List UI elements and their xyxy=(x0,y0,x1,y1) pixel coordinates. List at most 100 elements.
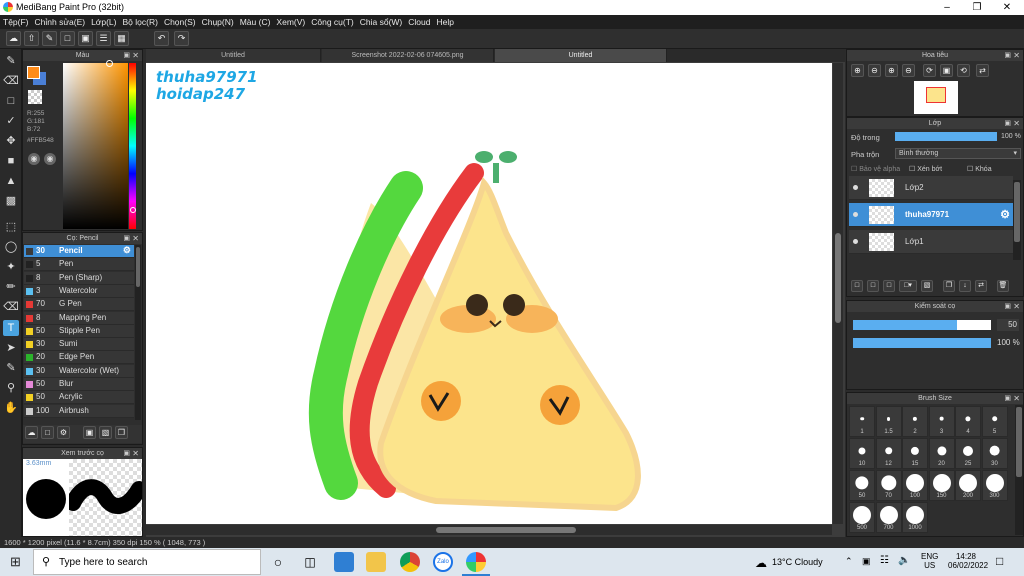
brush-item[interactable]: 8 Mapping Pen xyxy=(24,311,134,325)
upload-icon[interactable]: ⇧ xyxy=(24,31,39,46)
close-icon[interactable]: ✕ xyxy=(132,233,139,244)
brush-item[interactable]: 50 Acrylic xyxy=(24,391,134,405)
horizontal-scroll-thumb[interactable] xyxy=(436,527,576,533)
navigator-thumbnail[interactable] xyxy=(914,81,958,114)
saturation-value-picker[interactable] xyxy=(63,63,128,229)
brush-item[interactable]: 30 Sumi xyxy=(24,338,134,352)
menu-cloud[interactable]: Cloud xyxy=(405,15,433,29)
brush-item[interactable]: 20 Edge Pen xyxy=(24,351,134,365)
transparent-swatch[interactable] xyxy=(28,90,42,104)
eraser-tool-icon[interactable]: ⌫ xyxy=(3,73,19,89)
menu-edit[interactable]: Chỉnh sửa(E) xyxy=(32,15,89,29)
new-8bit-layer-icon[interactable]: □ xyxy=(883,280,895,292)
page-icon[interactable]: □ xyxy=(60,31,75,46)
tab-untitled-1[interactable]: Untitled xyxy=(146,49,321,62)
wifi-icon[interactable]: ☷ xyxy=(880,555,889,566)
notification-icon[interactable]: □ xyxy=(996,554,1003,568)
chrome-icon[interactable] xyxy=(400,552,420,572)
move-tool-icon[interactable]: ✥ xyxy=(3,133,19,149)
brush-item[interactable]: 70 G Pen xyxy=(24,298,134,312)
layer-opacity-bar[interactable] xyxy=(895,132,997,141)
lock-option[interactable]: ☐ Khóa xyxy=(967,165,992,173)
brush-item[interactable]: 3 Watercolor xyxy=(24,284,134,298)
close-icon[interactable]: ✕ xyxy=(132,50,139,61)
brush-size-option[interactable]: 100 xyxy=(902,470,928,501)
zoom-out-icon[interactable]: ⊖ xyxy=(868,64,881,77)
copy-brush-icon[interactable]: ▣ xyxy=(83,426,96,439)
hue-slider[interactable] xyxy=(129,63,136,229)
visibility-icon[interactable] xyxy=(853,185,858,190)
select-pen-icon[interactable]: ✏ xyxy=(3,279,19,295)
brush-size-slider[interactable] xyxy=(853,320,991,330)
brush-size-option[interactable]: 50 xyxy=(849,470,875,501)
brush-item[interactable]: 8 Pen (Sharp) xyxy=(24,271,134,285)
cortana-icon[interactable]: ○ xyxy=(268,552,288,572)
brush-size-option[interactable]: 500 xyxy=(849,502,875,533)
text-tool-icon[interactable]: T xyxy=(3,320,19,336)
magic-wand-icon[interactable]: ✦ xyxy=(3,259,19,275)
brush-list-scrollbar[interactable] xyxy=(135,245,141,420)
brush-size-option[interactable]: 25 xyxy=(955,438,981,469)
minimize-button[interactable]: – xyxy=(932,0,962,15)
close-icon[interactable]: ✕ xyxy=(1013,393,1020,404)
visibility-icon[interactable] xyxy=(853,212,858,217)
task-view-icon[interactable]: ◫ xyxy=(300,552,320,572)
palette-icon[interactable]: ◉ xyxy=(28,153,40,165)
folder-icon[interactable]: ▧ xyxy=(99,426,112,439)
weather-text[interactable]: 13°C Cloudy xyxy=(772,557,823,567)
brush-size-option[interactable]: 20 xyxy=(928,438,955,469)
menu-select[interactable]: Chọn(S) xyxy=(161,15,199,29)
rotate-left-icon[interactable]: ⟳ xyxy=(923,64,936,77)
visibility-icon[interactable] xyxy=(853,239,858,244)
protect-alpha-option[interactable]: ☐ Bảo vệ alpha xyxy=(851,165,900,173)
taskbar-search-box[interactable]: ⚲ Type here to search xyxy=(33,549,261,575)
dock-icon[interactable]: ▣ xyxy=(1004,50,1011,61)
chevron-up-icon[interactable]: ⌃ xyxy=(845,556,853,567)
brush-item[interactable]: 5 Pen xyxy=(24,258,134,272)
brush-size-option[interactable]: 12 xyxy=(875,438,902,469)
cloud-brush-icon[interactable]: ☁ xyxy=(25,426,38,439)
layer-list-scrollbar[interactable] xyxy=(1013,180,1021,260)
layer-row[interactable]: Lớp2 xyxy=(849,176,1013,200)
operation-tool-icon[interactable]: ➤ xyxy=(3,340,19,356)
shape-tool-icon[interactable]: ■ xyxy=(3,153,19,169)
brush-item[interactable]: 50 Blur xyxy=(24,378,134,391)
brush-item[interactable]: 30 Watercolor (Wet) xyxy=(24,364,134,378)
menu-help[interactable]: Help xyxy=(433,15,456,29)
folder-icon[interactable]: ▧ xyxy=(921,280,933,292)
brush-opacity-slider[interactable] xyxy=(853,338,991,348)
brush-item[interactable]: 50 Stipple Pen xyxy=(24,324,134,338)
brush-tool-icon[interactable]: ✎ xyxy=(3,53,19,69)
comment-icon[interactable]: ✎ xyxy=(42,31,57,46)
layer-settings-icon[interactable]: ⚙ xyxy=(1000,208,1010,221)
new-halftone-layer-icon[interactable]: □ xyxy=(867,280,879,292)
add-brush-icon[interactable]: □ xyxy=(41,426,54,439)
windows-start-icon[interactable]: ⊞ xyxy=(10,555,24,569)
pages-icon[interactable]: ▣ xyxy=(78,31,93,46)
cloud-icon[interactable]: ☁ xyxy=(6,31,21,46)
brush-size-option[interactable]: 15 xyxy=(902,438,928,469)
color-set-icon[interactable]: ◉ xyxy=(44,153,56,165)
maximize-button[interactable]: ❐ xyxy=(962,0,992,15)
brush-size-option[interactable]: 150 xyxy=(928,470,955,501)
brush-size-option[interactable]: 300 xyxy=(981,470,1008,501)
duplicate-icon[interactable]: ❐ xyxy=(115,426,128,439)
brush-item[interactable]: 100 Airbrush xyxy=(24,404,134,418)
zoom-fit-icon[interactable]: ⊕ xyxy=(885,64,898,77)
redo-icon[interactable]: ↷ xyxy=(174,31,189,46)
clock[interactable]: 14:28 06/02/2022 xyxy=(948,552,988,570)
brush-size-option[interactable]: 30 xyxy=(981,438,1008,469)
brush-size-option[interactable]: 70 xyxy=(875,470,902,501)
zoom-actual-icon[interactable]: ⊖ xyxy=(902,64,915,77)
layer-row[interactable]: thuha97971 ⚙ xyxy=(849,203,1013,227)
menu-view[interactable]: Xem(V) xyxy=(273,15,308,29)
dock-icon[interactable]: ▣ xyxy=(1004,301,1011,312)
menu-window[interactable]: Chia sổ(W) xyxy=(357,15,406,29)
hue-slider-handle[interactable] xyxy=(130,207,136,213)
brush-size-option[interactable]: 5 xyxy=(981,406,1008,437)
vertical-scroll-thumb[interactable] xyxy=(835,233,841,323)
list-icon[interactable]: ☰ xyxy=(96,31,111,46)
brush-size-option[interactable]: 1000 xyxy=(902,502,928,533)
language-indicator[interactable]: ENG US xyxy=(921,552,938,570)
select-tool-icon[interactable]: ⬚ xyxy=(3,219,19,235)
